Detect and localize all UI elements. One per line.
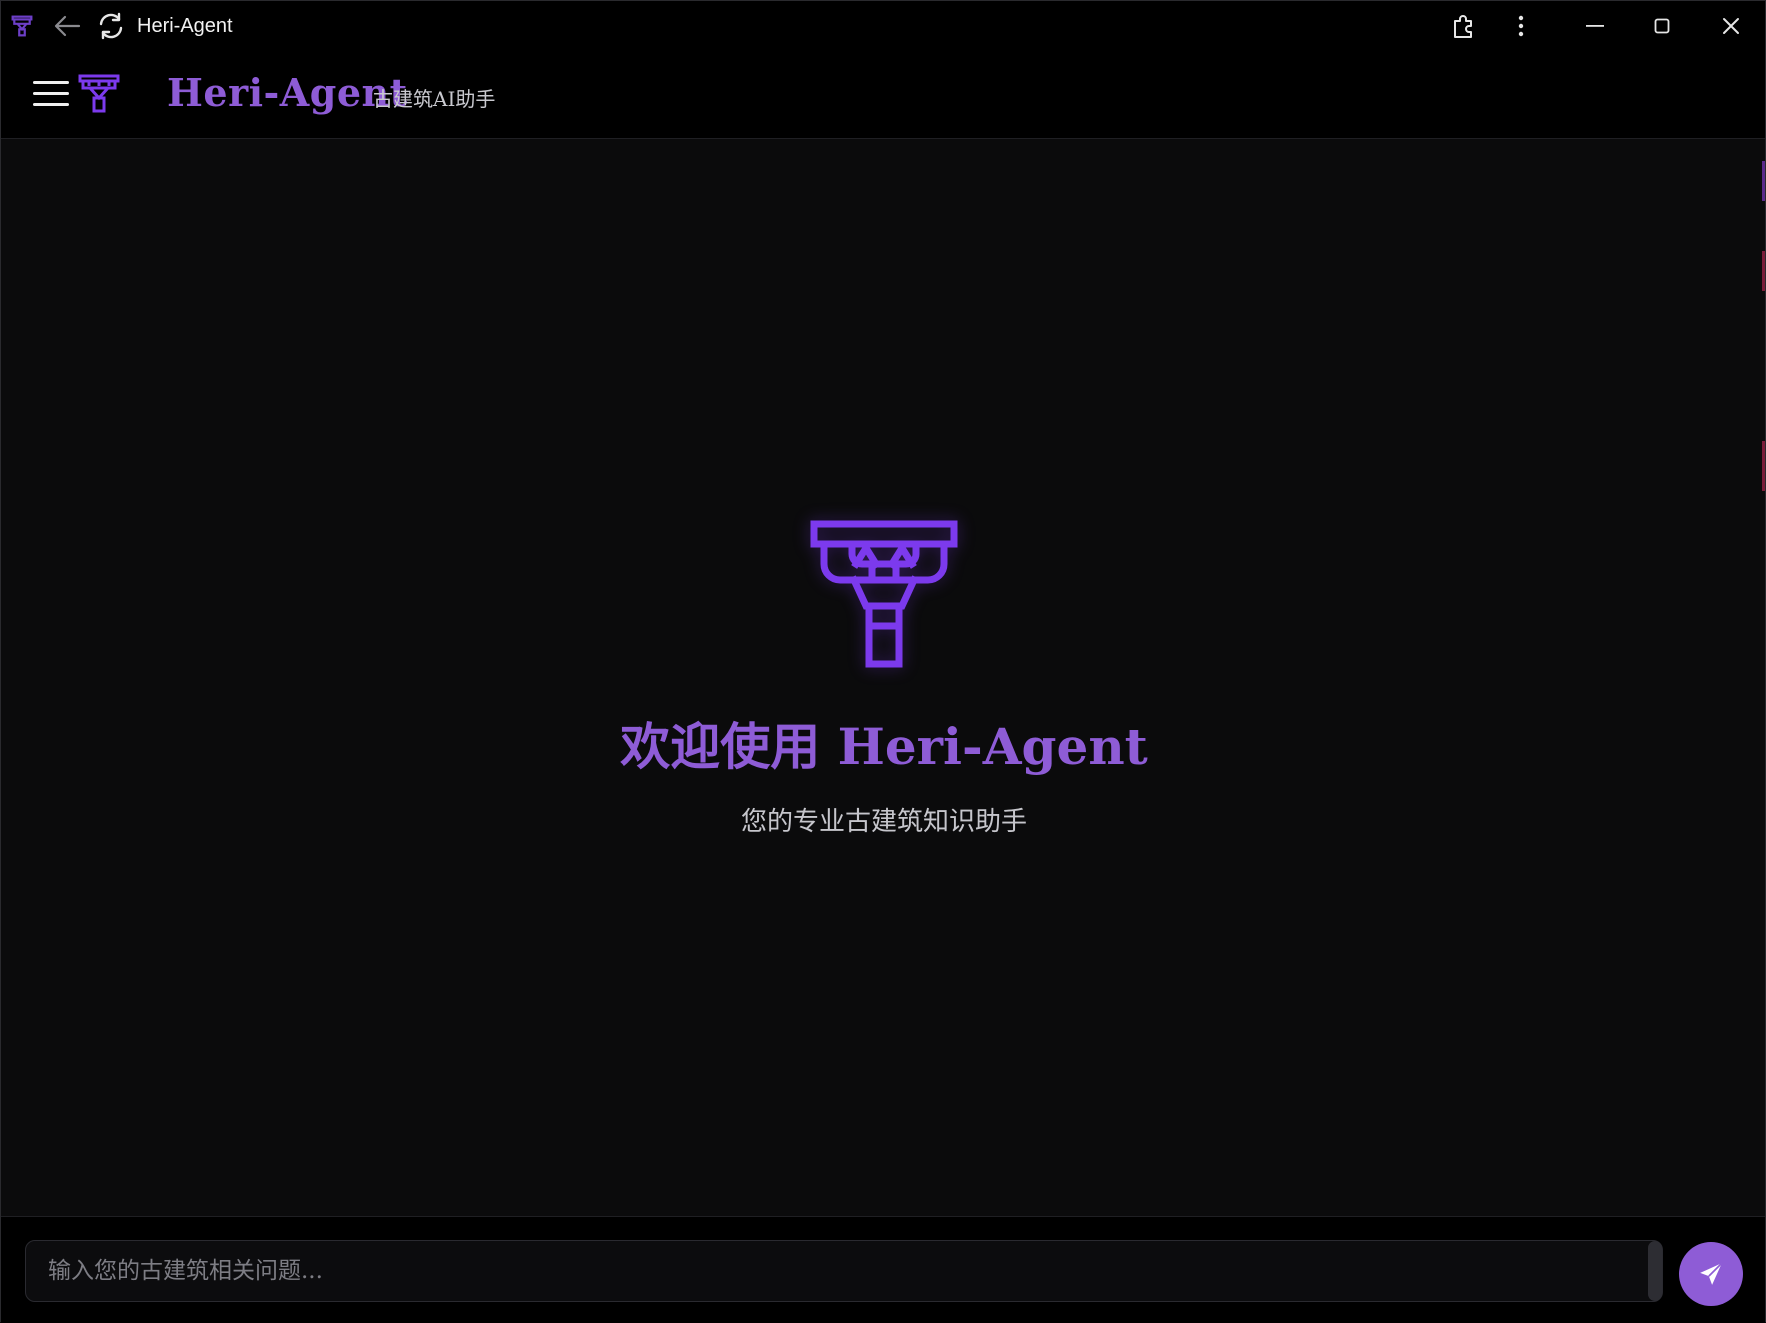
brand-subtitle: 古建筑AI助手	[373, 87, 496, 111]
edge-accent	[1762, 161, 1765, 201]
extensions-icon[interactable]	[1445, 1, 1481, 51]
close-icon[interactable]	[1711, 1, 1751, 51]
send-button[interactable]	[1679, 1242, 1743, 1306]
edge-accent	[1762, 251, 1765, 291]
brand-name: Heri-Agent	[167, 70, 408, 115]
welcome-panel: 欢迎使用 Heri-Agent 您的专业古建筑知识助手	[1, 139, 1765, 1216]
app-window: Heri-Agent Heri-Agent 古建筑AI助手 欢迎使用 Heri-…	[0, 0, 1766, 1323]
paper-plane-icon	[1698, 1261, 1724, 1287]
more-vertical-icon[interactable]	[1503, 1, 1539, 51]
app-logo-icon	[7, 1, 37, 51]
temple-logo-icon	[78, 73, 120, 117]
title-bar: Heri-Agent	[1, 1, 1765, 51]
temple-logo-icon	[810, 520, 958, 674]
welcome-subtitle: 您的专业古建筑知识助手	[740, 807, 1027, 837]
chat-input[interactable]	[25, 1240, 1663, 1302]
minimize-icon[interactable]	[1575, 1, 1615, 51]
refresh-icon[interactable]	[93, 1, 129, 51]
maximize-icon[interactable]	[1642, 1, 1682, 51]
composer	[1, 1216, 1765, 1323]
window-title: Heri-Agent	[137, 15, 233, 37]
edge-accent	[1762, 441, 1765, 491]
menu-icon[interactable]	[31, 77, 73, 111]
back-arrow-icon[interactable]	[49, 1, 85, 51]
input-scrollbar[interactable]	[1648, 1241, 1662, 1301]
welcome-title: 欢迎使用 Heri-Agent	[620, 717, 1148, 776]
app-header: Heri-Agent 古建筑AI助手	[1, 51, 1765, 139]
